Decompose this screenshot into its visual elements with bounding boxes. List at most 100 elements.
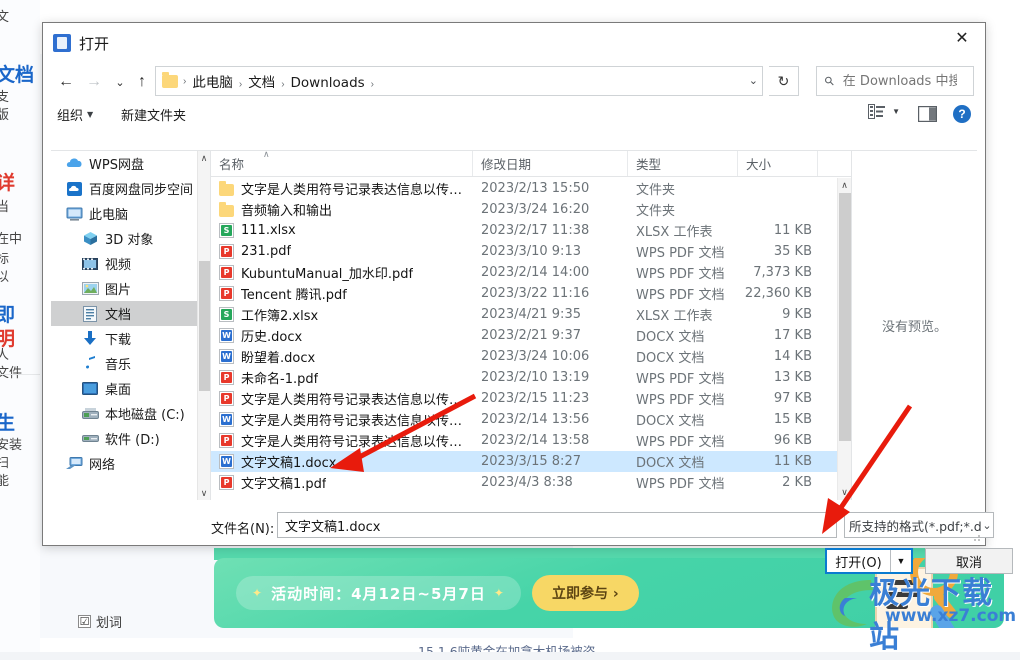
sidebar-scrollbar[interactable]: ∧ ∨ <box>197 151 210 500</box>
open-dropdown-arrow-icon[interactable]: ▼ <box>891 556 911 566</box>
breadcrumb[interactable]: › 此电脑 › 文档 › Downloads › ⌄ <box>155 66 763 96</box>
scrollbar-thumb[interactable] <box>839 193 851 441</box>
file-type: DOCX 文档 <box>636 351 705 366</box>
scroll-up-icon[interactable]: ∧ <box>198 151 210 165</box>
filename-input[interactable]: ⌄ <box>277 512 837 538</box>
table-row[interactable]: S 111.xlsx 2023/2/17 11:38 XLSX 工作表 11 KB <box>211 220 837 241</box>
sidebar-item-1[interactable]: WPS网盘 <box>51 151 210 176</box>
breadcrumb-item-2[interactable]: 文档 <box>244 75 279 91</box>
search-field[interactable] <box>840 72 959 90</box>
sidebar-item-7[interactable]: 文档 <box>51 301 210 326</box>
sidebar-item-5[interactable]: 视频 <box>51 251 210 276</box>
scroll-up-icon[interactable]: ∧ <box>838 178 851 193</box>
breadcrumb-item-1[interactable]: 此电脑 <box>188 75 237 91</box>
scrollbar-thumb[interactable] <box>199 261 210 391</box>
preview-pane-icon[interactable] <box>918 106 937 122</box>
file-date: 2023/3/15 8:27 <box>481 454 581 469</box>
scroll-down-icon[interactable]: ∨ <box>198 486 210 500</box>
file-type: WPS PDF 文档 <box>636 246 725 261</box>
background-fragment-3: 支 <box>0 90 10 105</box>
organize-button[interactable]: 组织 ▼ <box>57 105 93 124</box>
sidebar-item-11[interactable]: 本地磁盘 (C:) <box>51 401 210 426</box>
refresh-icon[interactable]: ↻ <box>769 66 799 96</box>
banner-period-text: 活动时间：4月12日~5月7日 <box>271 584 486 603</box>
table-row[interactable]: P 文字是人类用符号记录表达信息以传之久... 2023/2/14 13:58 WPS… <box>211 430 837 451</box>
table-row[interactable]: W 文字文稿1.docx 2023/3/15 8:27 DOCX 文档 11 KB <box>211 451 837 472</box>
file-type-badge: P <box>221 393 232 404</box>
column-header-type[interactable]: 类型 <box>628 151 738 176</box>
sidebar-item-3[interactable]: 此电脑 <box>51 201 210 226</box>
huaci-checkbox[interactable]: ☑ 划词 <box>78 612 122 631</box>
file-type-badge: W <box>221 351 232 362</box>
table-row[interactable]: W 历史.docx 2023/2/21 9:37 DOCX 文档 17 KB <box>211 325 837 346</box>
file-type-badge: P <box>221 246 232 257</box>
sidebar-item-10[interactable]: 桌面 <box>51 376 210 401</box>
close-icon[interactable]: ✕ <box>939 23 985 53</box>
chevron-down-icon[interactable]: ⌄ <box>981 519 993 532</box>
table-row[interactable]: P 231.pdf 2023/3/10 9:13 WPS PDF 文档 35 KB <box>211 241 837 262</box>
filename-field[interactable] <box>278 516 816 534</box>
banner-cta-button[interactable]: 立即参与 › <box>532 575 639 611</box>
background-fragment-4: 版 <box>0 108 10 123</box>
table-row[interactable]: 音频输入和输出 2023/3/24 16:20 文件夹 <box>211 199 837 220</box>
breadcrumb-item-3[interactable]: Downloads <box>287 75 369 91</box>
back-button[interactable]: ← <box>53 69 79 95</box>
resize-grip[interactable] <box>971 532 981 542</box>
table-row[interactable]: P KubuntuManual_加水印.pdf 2023/2/14 14:00 WPS… <box>211 262 837 283</box>
column-header-name[interactable]: 名称 ∧ <box>211 151 473 176</box>
sidebar-item-label: 音乐 <box>105 358 132 373</box>
table-row[interactable]: W 盼望着.docx 2023/3/24 10:06 DOCX 文档 14 KB <box>211 346 837 367</box>
sidebar-item-label: 本地磁盘 (C:) <box>105 408 185 423</box>
help-icon[interactable]: ? <box>953 105 971 123</box>
file-size: 17 KB <box>773 328 812 343</box>
cell-name: P 文字文稿1.pdf <box>211 473 473 492</box>
file-type: WPS PDF 文档 <box>636 372 725 387</box>
sidebar-item-12[interactable]: 软件 (D:) <box>51 426 210 451</box>
open-button[interactable]: 打开(O) ▼ <box>825 548 913 574</box>
table-row[interactable]: P Tencent 腾讯.pdf 2023/3/22 11:16 WPS PDF 文档… <box>211 283 837 304</box>
file-list-scrollbar[interactable]: ∧ ∨ <box>837 178 851 500</box>
sidebar-item-label: 视频 <box>105 258 132 273</box>
table-row[interactable]: P 未命名-1.pdf 2023/2/10 13:19 WPS PDF 文档 13 KB <box>211 367 837 388</box>
column-header-size[interactable]: 大小 <box>738 151 818 176</box>
scroll-down-icon[interactable]: ∨ <box>838 485 851 500</box>
table-row[interactable]: S 工作簿2.xlsx 2023/4/21 9:35 XLSX 工作表 9 KB <box>211 304 837 325</box>
view-options-button[interactable]: ▼ <box>868 104 900 119</box>
open-file-dialog: 打开 ✕ ← → ⌄ ↑ › 此电脑›文档›Downloads› ⌄ ↻ ⚲ 组… <box>42 22 1013 574</box>
file-name: 未命名-1.pdf <box>241 372 319 387</box>
sidebar-item-4[interactable]: 3D 对象 <box>51 226 210 251</box>
table-row[interactable]: 文字是人类用符号记录表达信息以传之久... 2023/2/13 15:50 文件夹 <box>211 178 837 199</box>
folder-icon <box>219 201 234 217</box>
sidebar-item-2[interactable]: 百度网盘同步空间 <box>51 176 210 201</box>
forward-button[interactable]: → <box>81 69 107 95</box>
sidebar-item-8[interactable]: 下载 <box>51 326 210 351</box>
table-row[interactable]: W 文字是人类用符号记录表达信息以传之久... 2023/2/14 13:56 DOC… <box>211 409 837 430</box>
search-input[interactable]: ⚲ <box>816 66 974 96</box>
background-fragment-6: 当 <box>0 200 10 215</box>
new-folder-button[interactable]: 新建文件夹 <box>121 105 186 124</box>
network-icon <box>65 456 83 472</box>
file-name: 工作簿2.xlsx <box>241 309 319 324</box>
chevron-down-icon[interactable]: ⌄ <box>749 74 758 87</box>
check-mark: ☑ <box>79 615 90 628</box>
file-type: WPS PDF 文档 <box>636 267 725 282</box>
sidebar-item-label: 图片 <box>105 283 132 298</box>
cancel-button[interactable]: 取消 <box>925 548 1013 574</box>
checkbox-box[interactable]: ☑ <box>78 615 91 628</box>
sidebar-item-6[interactable]: 图片 <box>51 276 210 301</box>
sidebar-item-9[interactable]: 音乐 <box>51 351 210 376</box>
file-name: 文字是人类用符号记录表达信息以传之久... <box>241 414 473 429</box>
column-header-date[interactable]: 修改日期 <box>473 151 628 176</box>
chevron-down-icon[interactable]: ⌄ <box>816 519 836 532</box>
background-left-column: 文文档支版详当在中标以即明人文件生安装扫能 <box>0 0 40 660</box>
file-size: 13 KB <box>773 370 812 385</box>
file-type-badge: P <box>221 435 232 446</box>
sidebar-item-13[interactable]: 网络 <box>51 451 210 476</box>
up-button[interactable]: ↑ <box>129 69 155 95</box>
file-date: 2023/2/10 13:19 <box>481 370 590 385</box>
file-size: 22,360 KB <box>744 286 812 301</box>
file-type: DOCX 文档 <box>636 330 705 345</box>
table-row[interactable]: P 文字是人类用符号记录表达信息以传之久... 2023/2/15 11:23 WPS… <box>211 388 837 409</box>
downloads-icon <box>81 331 99 347</box>
table-row[interactable]: P 文字文稿1.pdf 2023/4/3 8:38 WPS PDF 文档 2 KB <box>211 472 837 493</box>
